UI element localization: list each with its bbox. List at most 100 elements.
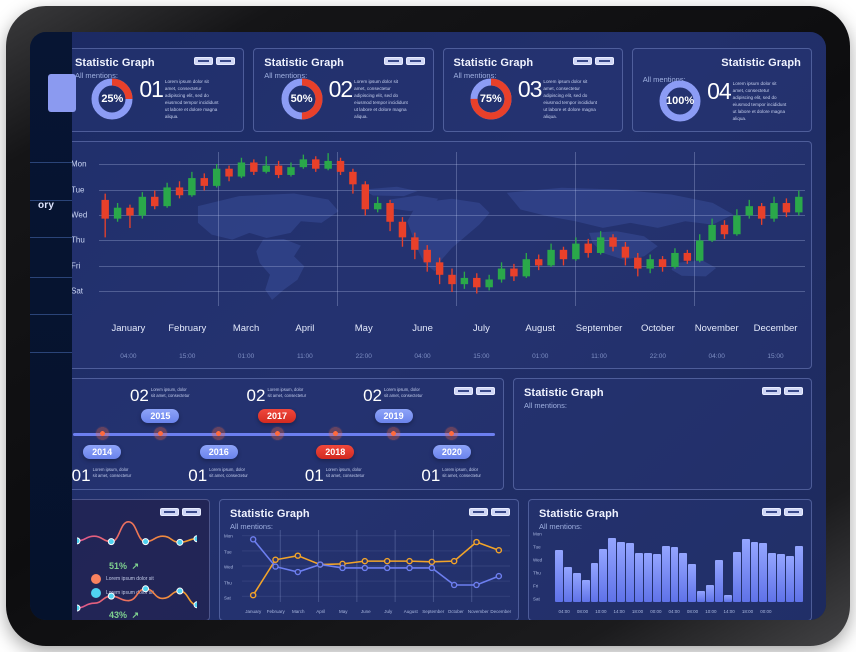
toggle-button-b[interactable] [784,508,803,516]
toggle-button-b[interactable] [784,387,803,395]
x-axis-month-tick: April [295,323,315,334]
x-axis-tick: January [245,609,262,614]
trend-up-icon: ↗ [131,610,140,620]
x-axis-tick: December [490,609,512,614]
x-axis-tick: 00:00 [650,609,662,614]
histogram-bar [652,554,661,602]
donut-percent-label: 25% [101,93,124,105]
timeline-entry-text: Lorem ipsum, dolor sit amet, consectetur [92,467,132,479]
timeline-marker[interactable] [211,425,227,441]
x-axis-time-tick: 22:00 [649,353,666,360]
toggle-button-a[interactable] [762,508,781,516]
timeline-entry-text: Lorem ipsum, dolor sit amet, consectetur [442,467,481,479]
x-axis-time-tick: 15:00 [179,353,196,360]
x-axis-time-tick: 11:00 [297,353,313,360]
stat-card-02[interactable]: Statistic Graph All mentions: 50% 02 Lorem i… [253,48,434,132]
x-axis-tick: 10:00 [705,609,717,614]
histogram-bar [795,546,803,602]
timeline-year-badge[interactable]: 2015 [141,409,180,423]
toggle-button-a[interactable] [572,57,592,65]
stat-card-number: 02 [328,75,354,102]
timeline-marker[interactable] [386,425,402,441]
toggle-button-a[interactable] [454,387,473,395]
donut-chart: 100% [657,78,703,124]
donut-percent-label: 75% [479,93,502,105]
donut-chart: 75% [468,76,514,122]
x-axis-time-tick: 04:00 [708,353,725,360]
panel-toggles[interactable] [194,57,236,65]
x-axis-tick: March [291,609,305,614]
candlestick-panel: Mon Tue Wed Thu Fri Sat January February March A… [64,141,812,369]
timeline-year-badge[interactable]: 2019 [374,409,413,423]
y-axis-tick: Fri [71,261,81,271]
toggle-button-a[interactable] [469,508,488,516]
stat-card-03[interactable]: Statistic Graph All mentions: 75% 03 Lorem i… [442,48,623,132]
toggle-button-a[interactable] [194,57,214,65]
stat-card-title: Statistic Graph [721,57,801,69]
toggle-button-b[interactable] [476,387,495,395]
toggle-button-a[interactable] [160,508,179,516]
sidebar[interactable]: ory [30,32,76,620]
panel-toggles[interactable] [572,57,614,65]
sidebar-divider [30,237,72,238]
x-axis-tick: 14:00 [723,609,735,614]
toggle-button-a[interactable] [383,57,403,65]
panel-title: Statistic Graph [230,508,310,520]
timeline-year-badge[interactable]: 2017 [257,409,297,423]
y-axis-tick: Tue [224,549,232,554]
panel-toggles[interactable] [762,387,803,395]
x-axis-month-tick: October [640,323,675,334]
panel-toggles[interactable] [762,508,803,516]
timeline-year-badge[interactable]: 2018 [316,445,355,459]
stat-card-04[interactable]: All mentions:Statistic GraphAll mentions… [631,48,812,132]
candlestick-x-axis-months: January February March April May June July Augu… [99,323,805,334]
x-axis-tick: September [422,609,445,614]
histogram-bar [679,553,688,602]
timeline-panel: 2014 01 Lorem ipsum, dolor sit amet, conse… [64,378,504,490]
x-axis-time-tick: 15:00 [767,353,784,360]
line-chart-plot [242,530,510,602]
timeline-year-badge[interactable]: 2020 [432,445,471,459]
line-chart-panel: Statistic Graph All mentions: Mon Tue Wed T… [219,499,519,620]
x-axis-month-tick: February [168,323,207,334]
timeline-marker[interactable] [444,425,460,441]
toggle-button-b[interactable] [216,57,236,65]
timeline-entry-number: 01 [71,466,91,485]
toggle-button-b[interactable] [594,57,614,65]
x-axis-tick: 00:00 [760,609,772,614]
toggle-button-a[interactable] [762,387,781,395]
toggle-button-b[interactable] [182,508,201,516]
histogram-bar [741,539,750,602]
x-axis-tick: 04:00 [668,609,680,614]
timeline-entry-number: 02 [246,386,266,405]
x-axis-tick: February [266,609,285,614]
timeline-entry-text: Lorem ipsum, dolor sit amet, consectetur [325,467,365,479]
x-axis-tick: April [316,609,326,614]
sparkline-top [77,520,197,546]
timeline-marker[interactable] [152,425,168,441]
sidebar-item-label[interactable]: ory [38,200,54,211]
histogram-bar [599,548,608,602]
x-axis-month-tick: June [412,323,433,334]
panel-toggles[interactable] [469,508,510,516]
panel-toggles[interactable] [454,387,495,395]
timeline-entry-number: 02 [363,386,383,405]
stat-card-01[interactable]: Statistic Graph All mentions: 25% 01 Lorem i… [64,48,245,132]
toggle-button-b[interactable] [491,508,510,516]
toggle-button-b[interactable] [405,57,425,65]
timeline-year-badge[interactable]: 2016 [199,445,238,459]
x-axis-time-tick: 15:00 [473,353,490,360]
histogram-bar [715,560,723,602]
timeline-marker[interactable] [94,425,110,441]
x-axis-tick: May [338,609,348,614]
panel-toggles[interactable] [160,508,201,516]
histogram-bar [723,595,732,602]
timeline-marker[interactable] [327,425,343,441]
stat-card-number: 01 [139,75,164,102]
sidebar-active-item[interactable] [48,74,76,112]
timeline-year-badge[interactable]: 2014 [83,445,122,459]
timeline-marker[interactable] [269,425,285,441]
x-axis-tick: 18:00 [631,609,644,614]
stat-card-title: Statistic Graph [453,57,534,69]
panel-toggles[interactable] [383,57,425,65]
